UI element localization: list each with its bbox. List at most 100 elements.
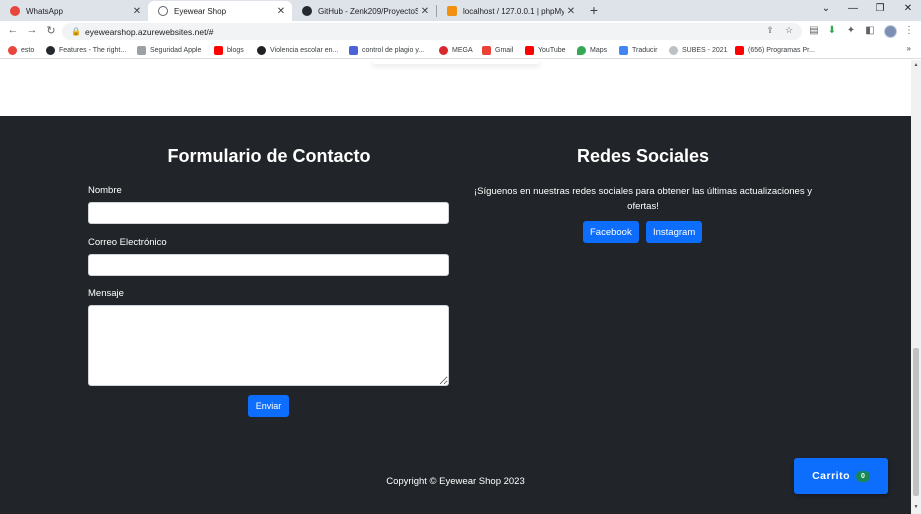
tab-close-icon[interactable]: ✕ [130,6,144,17]
bookmark-label: SUBES - 2021 [682,47,728,54]
url-text[interactable]: eyewearshop.azurewebsites.net/# [85,27,214,37]
card-shadow [372,60,540,64]
tab-title: localhost / 127.0.0.1 | phpMyAdm [463,6,564,16]
download-extension-icon[interactable]: ⬇ [826,25,838,36]
bookmark-item[interactable]: SUBES - 2021 [669,44,728,57]
cart-label: Carrito [812,470,851,482]
bookmark-label: Features - The right... [59,47,127,54]
facebook-button[interactable]: Facebook [583,221,639,243]
bookmark-label: (656) Programas Pr... [748,47,815,54]
bookmark-label: blogs [227,47,244,54]
youtube-icon [735,46,744,55]
tab-strip: WhatsApp ✕ Eyewear Shop ✕ GitHub - Zenk2… [0,0,921,21]
cart-count-badge: 0 [856,470,870,482]
tab-eyewear-shop[interactable]: Eyewear Shop ✕ [148,1,292,21]
submit-button[interactable]: Enviar [248,395,289,417]
forward-arrow-icon[interactable]: → [25,24,39,36]
subes-icon [669,46,678,55]
bookmark-label: YouTube [538,47,566,54]
instagram-button[interactable]: Instagram [646,221,703,243]
side-panel-icon[interactable]: ◧ [864,25,876,36]
profile-avatar[interactable] [884,25,897,38]
email-input[interactable] [88,254,449,276]
tab-github[interactable]: GitHub - Zenk209/ProyectoSisDi ✕ [292,1,436,21]
browser-toolbar: ← → ↻ 🔒 eyewearshop.azurewebsites.net/# … [0,21,921,42]
github-icon [46,46,55,55]
tab-title: GitHub - Zenk209/ProyectoSisDi [318,6,418,16]
bookmark-label: MEGA [452,47,473,54]
maps-pin-icon [577,46,586,55]
reading-list-icon[interactable]: ▤ [808,25,820,36]
whatsapp-favicon-icon [10,6,20,16]
bookmarks-bar: esto Features - The right... Seguridad A… [0,42,921,59]
restore-button[interactable]: ❐ [872,3,888,14]
page-scrollbar[interactable]: ▲ ▼ [911,60,921,514]
bookmark-item[interactable]: (656) Programas Pr... [735,44,815,57]
email-label: Correo Electrónico [88,237,167,248]
bookmark-label: Maps [590,47,608,54]
bookmark-item[interactable]: MEGA [439,44,473,57]
name-input[interactable] [88,202,449,224]
message-label: Mensaje [88,288,124,299]
bookmark-label: Gmail [495,47,514,54]
bookmark-item[interactable]: Maps [577,44,607,57]
scrollbar-thumb[interactable] [913,348,919,496]
bookmark-item[interactable]: Seguridad Apple [137,44,201,57]
tab-title: WhatsApp [26,6,63,16]
heart-icon [8,46,17,55]
mega-icon [439,46,448,55]
kebab-menu-icon[interactable]: ⋮ [903,25,915,36]
share-icon[interactable]: ⇪ [764,25,776,36]
youtube-icon [214,46,223,55]
apple-icon [137,46,146,55]
gmail-icon [482,46,491,55]
tab-phpmyadmin[interactable]: localhost / 127.0.0.1 | phpMyAdm ✕ [437,1,582,21]
globe-icon [257,46,266,55]
more-bookmarks-icon[interactable]: » [907,44,911,53]
bookmark-item[interactable]: control de plagio y... [349,44,424,57]
address-bar[interactable]: 🔒 eyewearshop.azurewebsites.net/# [62,23,802,40]
minimize-button[interactable]: — [845,3,861,14]
message-textarea[interactable] [88,305,449,386]
copyright-text: Copyright © Eyewear Shop 2023 [386,476,525,487]
scroll-down-arrow-icon[interactable]: ▼ [911,504,921,510]
new-tab-button[interactable]: + [586,2,602,18]
bookmark-item[interactable]: Traducir [619,44,657,57]
lock-icon: 🔒 [71,27,81,36]
bookmark-item[interactable]: esto [8,44,34,57]
translate-icon [619,46,628,55]
tab-close-icon[interactable]: ✕ [564,6,578,17]
reload-icon[interactable]: ↻ [44,24,58,37]
close-window-button[interactable]: ✕ [900,3,916,14]
tab-whatsapp[interactable]: WhatsApp ✕ [0,1,148,21]
back-arrow-icon[interactable]: ← [6,24,20,36]
bookmark-label: Violencia escolar en... [270,47,339,54]
page-viewport: Formulario de Contacto Nombre Correo Ele… [0,60,911,514]
tab-close-icon[interactable]: ✕ [418,6,432,17]
bookmark-item[interactable]: blogs [214,44,244,57]
scroll-up-arrow-icon[interactable]: ▲ [911,62,921,68]
bookmark-label: Traducir [632,47,658,54]
bookmark-star-icon[interactable]: ☆ [783,25,795,36]
puzzle-icon[interactable]: ✦ [845,25,857,36]
bookmark-item[interactable]: YouTube [525,44,566,57]
bookmark-label: Seguridad Apple [150,47,202,54]
tab-title: Eyewear Shop [174,6,227,16]
tab-search-icon[interactable]: ⌄ [818,3,834,14]
contact-form-title: Formulario de Contacto [167,146,371,166]
youtube-icon [525,46,534,55]
site-footer: Formulario de Contacto Nombre Correo Ele… [0,116,911,514]
globe-icon [158,6,168,16]
bookmark-item[interactable]: Violencia escolar en... [257,44,338,57]
plagiarism-icon [349,46,358,55]
cart-button[interactable]: Carrito 0 [794,458,888,494]
github-icon [302,6,312,16]
social-title: Redes Sociales [576,146,710,166]
bookmark-label: esto [21,47,35,54]
bookmark-label: control de plagio y... [362,47,425,54]
bookmark-item[interactable]: Gmail [482,44,513,57]
social-description: ¡Síguenos en nuestras redes sociales par… [474,186,812,212]
tab-close-icon[interactable]: ✕ [274,6,288,17]
name-label: Nombre [88,185,122,196]
bookmark-item[interactable]: Features - The right... [46,44,126,57]
